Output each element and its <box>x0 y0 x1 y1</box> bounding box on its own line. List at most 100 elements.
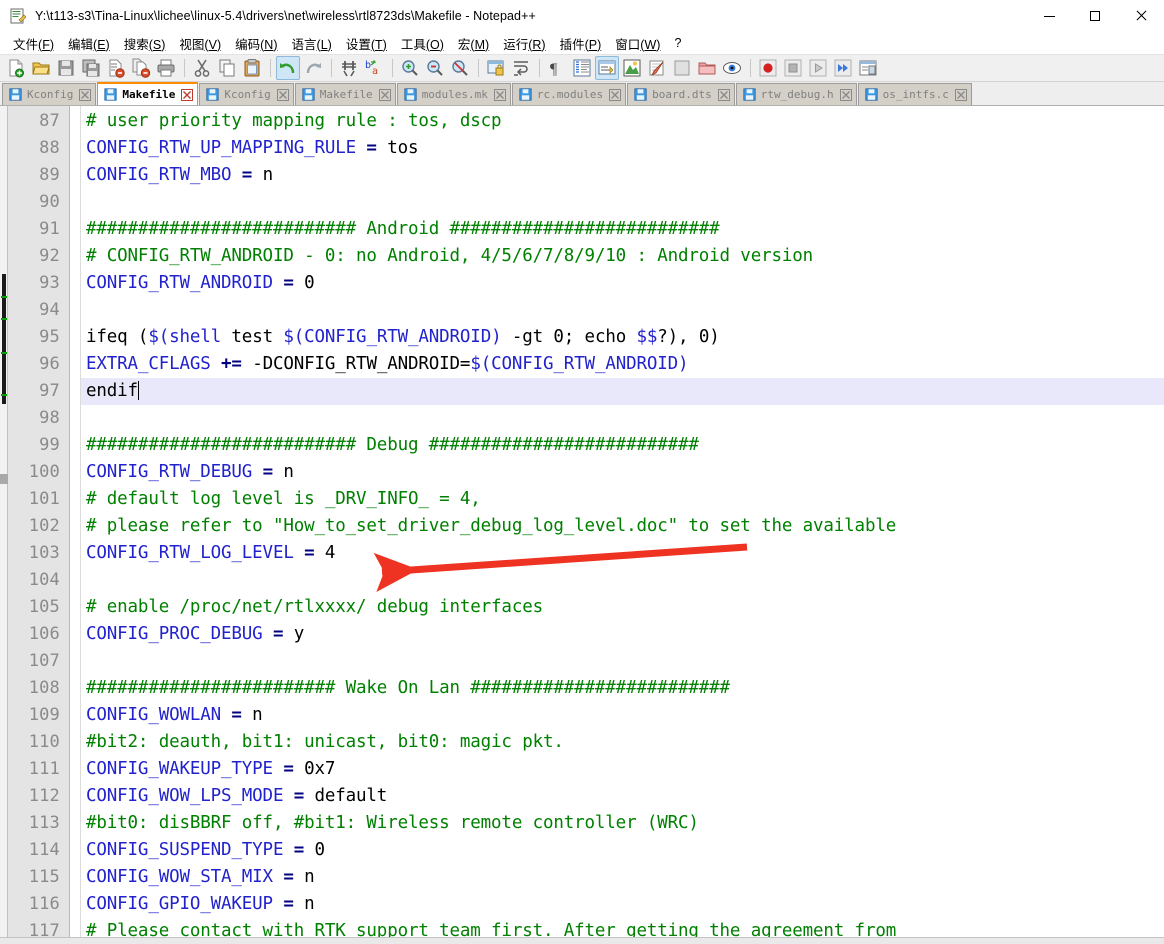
word-wrap-icon[interactable] <box>509 56 533 80</box>
zoom-out-icon[interactable] <box>423 56 447 80</box>
undo-icon[interactable] <box>276 56 300 80</box>
show-indent-guide-icon[interactable] <box>570 56 594 80</box>
code-line[interactable]: CONFIG_GPIO_WAKEUP = n <box>81 891 1164 918</box>
menu-item-4[interactable]: 编码(N) <box>228 32 284 55</box>
zoom-in-icon[interactable] <box>398 56 422 80</box>
code-line[interactable]: CONFIG_RTW_MBO = n <box>81 162 1164 189</box>
close-file-icon[interactable] <box>104 56 128 80</box>
code-line[interactable]: ########################## Android #####… <box>81 216 1164 243</box>
play-macro-icon[interactable] <box>806 56 830 80</box>
code-line[interactable]: # please refer to "How_to_set_driver_deb… <box>81 513 1164 540</box>
redo-icon[interactable] <box>301 56 325 80</box>
menu-item-1[interactable]: 编辑(E) <box>61 32 117 55</box>
code-line[interactable]: ########################## Debug #######… <box>81 432 1164 459</box>
save-macro-icon[interactable] <box>856 56 880 80</box>
user-defined-dialog-icon[interactable] <box>620 56 644 80</box>
document-tab[interactable]: rc.modules <box>511 83 627 105</box>
menu-item-6[interactable]: 设置(T) <box>339 32 394 55</box>
tab-close-icon[interactable] <box>839 88 852 101</box>
code-line[interactable]: CONFIG_WAKEUP_TYPE = 0x7 <box>81 756 1164 783</box>
tab-close-icon[interactable] <box>493 88 506 101</box>
menu-item-9[interactable]: 运行(R) <box>496 32 552 55</box>
save-all-icon[interactable] <box>79 56 103 80</box>
tab-close-icon[interactable] <box>378 88 391 101</box>
code-line[interactable]: CONFIG_WOW_LPS_MODE = default <box>81 783 1164 810</box>
code-line[interactable]: CONFIG_RTW_LOG_LEVEL = 4 <box>81 540 1164 567</box>
document-tab[interactable]: rtw_debug.h <box>735 83 857 105</box>
document-map-column[interactable] <box>0 106 8 944</box>
document-map-icon[interactable] <box>645 56 669 80</box>
code-line[interactable] <box>81 648 1164 675</box>
document-tab[interactable]: modules.mk <box>396 83 511 105</box>
menu-item-12[interactable]: ? <box>667 34 688 52</box>
maximize-button[interactable] <box>1072 0 1118 32</box>
code-line[interactable]: # CONFIG_RTW_ANDROID - 0: no Android, 4/… <box>81 243 1164 270</box>
copy-icon[interactable] <box>215 56 239 80</box>
doc-map-scroll-thumb[interactable] <box>0 474 8 484</box>
tab-close-icon[interactable] <box>717 88 730 101</box>
function-list-icon[interactable] <box>670 56 694 80</box>
code-line[interactable]: CONFIG_RTW_ANDROID = 0 <box>81 270 1164 297</box>
run-macro-multiple-icon[interactable] <box>831 56 855 80</box>
menu-item-7[interactable]: 工具(O) <box>394 32 451 55</box>
monitoring-icon[interactable] <box>720 56 744 80</box>
menu-item-3[interactable]: 视图(V) <box>172 32 228 55</box>
code-line[interactable] <box>81 405 1164 432</box>
sync-scroll-horizontal-icon[interactable] <box>484 56 508 80</box>
code-line[interactable]: ifeq ($(shell test $(CONFIG_RTW_ANDROID)… <box>81 324 1164 351</box>
code-line[interactable]: CONFIG_WOWLAN = n <box>81 702 1164 729</box>
document-tab[interactable]: os_intfs.c <box>857 83 972 105</box>
tab-close-icon[interactable] <box>609 88 622 101</box>
code-line[interactable]: # default log level is _DRV_INFO_ = 4, <box>81 486 1164 513</box>
code-line[interactable]: EXTRA_CFLAGS += -DCONFIG_RTW_ANDROID=$(C… <box>81 351 1164 378</box>
code-line[interactable]: CONFIG_SUSPEND_TYPE = 0 <box>81 837 1164 864</box>
tab-close-icon[interactable] <box>276 88 289 101</box>
code-line[interactable] <box>81 567 1164 594</box>
find-icon[interactable] <box>337 56 361 80</box>
sync-scroll-vertical-icon[interactable] <box>448 56 472 80</box>
show-all-characters-icon[interactable]: ¶ <box>545 56 569 80</box>
show-whitespace-icon[interactable] <box>595 56 619 80</box>
code-line[interactable]: endif <box>81 378 1164 405</box>
menu-item-5[interactable]: 语言(L) <box>285 32 339 55</box>
menu-item-10[interactable]: 插件(P) <box>553 32 609 55</box>
document-tab[interactable]: Kconfig <box>199 83 294 105</box>
code-line[interactable]: #bit0: disBBRF off, #bit1: Wireless remo… <box>81 810 1164 837</box>
minimize-button[interactable] <box>1026 0 1072 32</box>
code-line[interactable]: #bit2: deauth, bit1: unicast, bit0: magi… <box>81 729 1164 756</box>
tab-close-icon[interactable] <box>954 88 967 101</box>
menu-item-2[interactable]: 搜索(S) <box>117 32 173 55</box>
code-line[interactable]: CONFIG_PROC_DEBUG = y <box>81 621 1164 648</box>
replace-icon[interactable]: ba <box>362 56 386 80</box>
save-icon[interactable] <box>54 56 78 80</box>
new-file-icon[interactable] <box>4 56 28 80</box>
document-tab[interactable]: Makefile <box>294 83 396 105</box>
print-icon[interactable] <box>154 56 178 80</box>
code-line[interactable] <box>81 297 1164 324</box>
document-tab-active[interactable]: Makefile <box>97 82 199 105</box>
cut-icon[interactable] <box>190 56 214 80</box>
code-folding-column[interactable] <box>70 106 81 944</box>
document-tab[interactable]: board.dts <box>627 83 735 105</box>
paste-icon[interactable] <box>240 56 264 80</box>
open-file-icon[interactable] <box>29 56 53 80</box>
code-content[interactable]: # user priority mapping rule : tos, dscp… <box>81 106 1164 944</box>
code-line[interactable]: # user priority mapping rule : tos, dscp <box>81 108 1164 135</box>
tab-close-icon[interactable] <box>181 88 194 101</box>
close-button[interactable] <box>1118 0 1164 32</box>
folder-as-workspace-icon[interactable] <box>695 56 719 80</box>
code-line[interactable]: # enable /proc/net/rtlxxxx/ debug interf… <box>81 594 1164 621</box>
menu-item-0[interactable]: 文件(F) <box>6 32 61 55</box>
code-line[interactable]: ######################## Wake On Lan ###… <box>81 675 1164 702</box>
menu-item-11[interactable]: 窗口(W) <box>608 32 667 55</box>
close-all-files-icon[interactable] <box>129 56 153 80</box>
code-line[interactable] <box>81 189 1164 216</box>
tab-close-icon[interactable] <box>79 88 92 101</box>
stop-recording-icon[interactable] <box>781 56 805 80</box>
record-macro-icon[interactable] <box>756 56 780 80</box>
code-line[interactable]: CONFIG_WOW_STA_MIX = n <box>81 864 1164 891</box>
code-line[interactable]: CONFIG_RTW_DEBUG = n <box>81 459 1164 486</box>
menu-item-8[interactable]: 宏(M) <box>451 32 496 55</box>
document-tab[interactable]: Kconfig <box>2 83 97 105</box>
code-line[interactable]: CONFIG_RTW_UP_MAPPING_RULE = tos <box>81 135 1164 162</box>
